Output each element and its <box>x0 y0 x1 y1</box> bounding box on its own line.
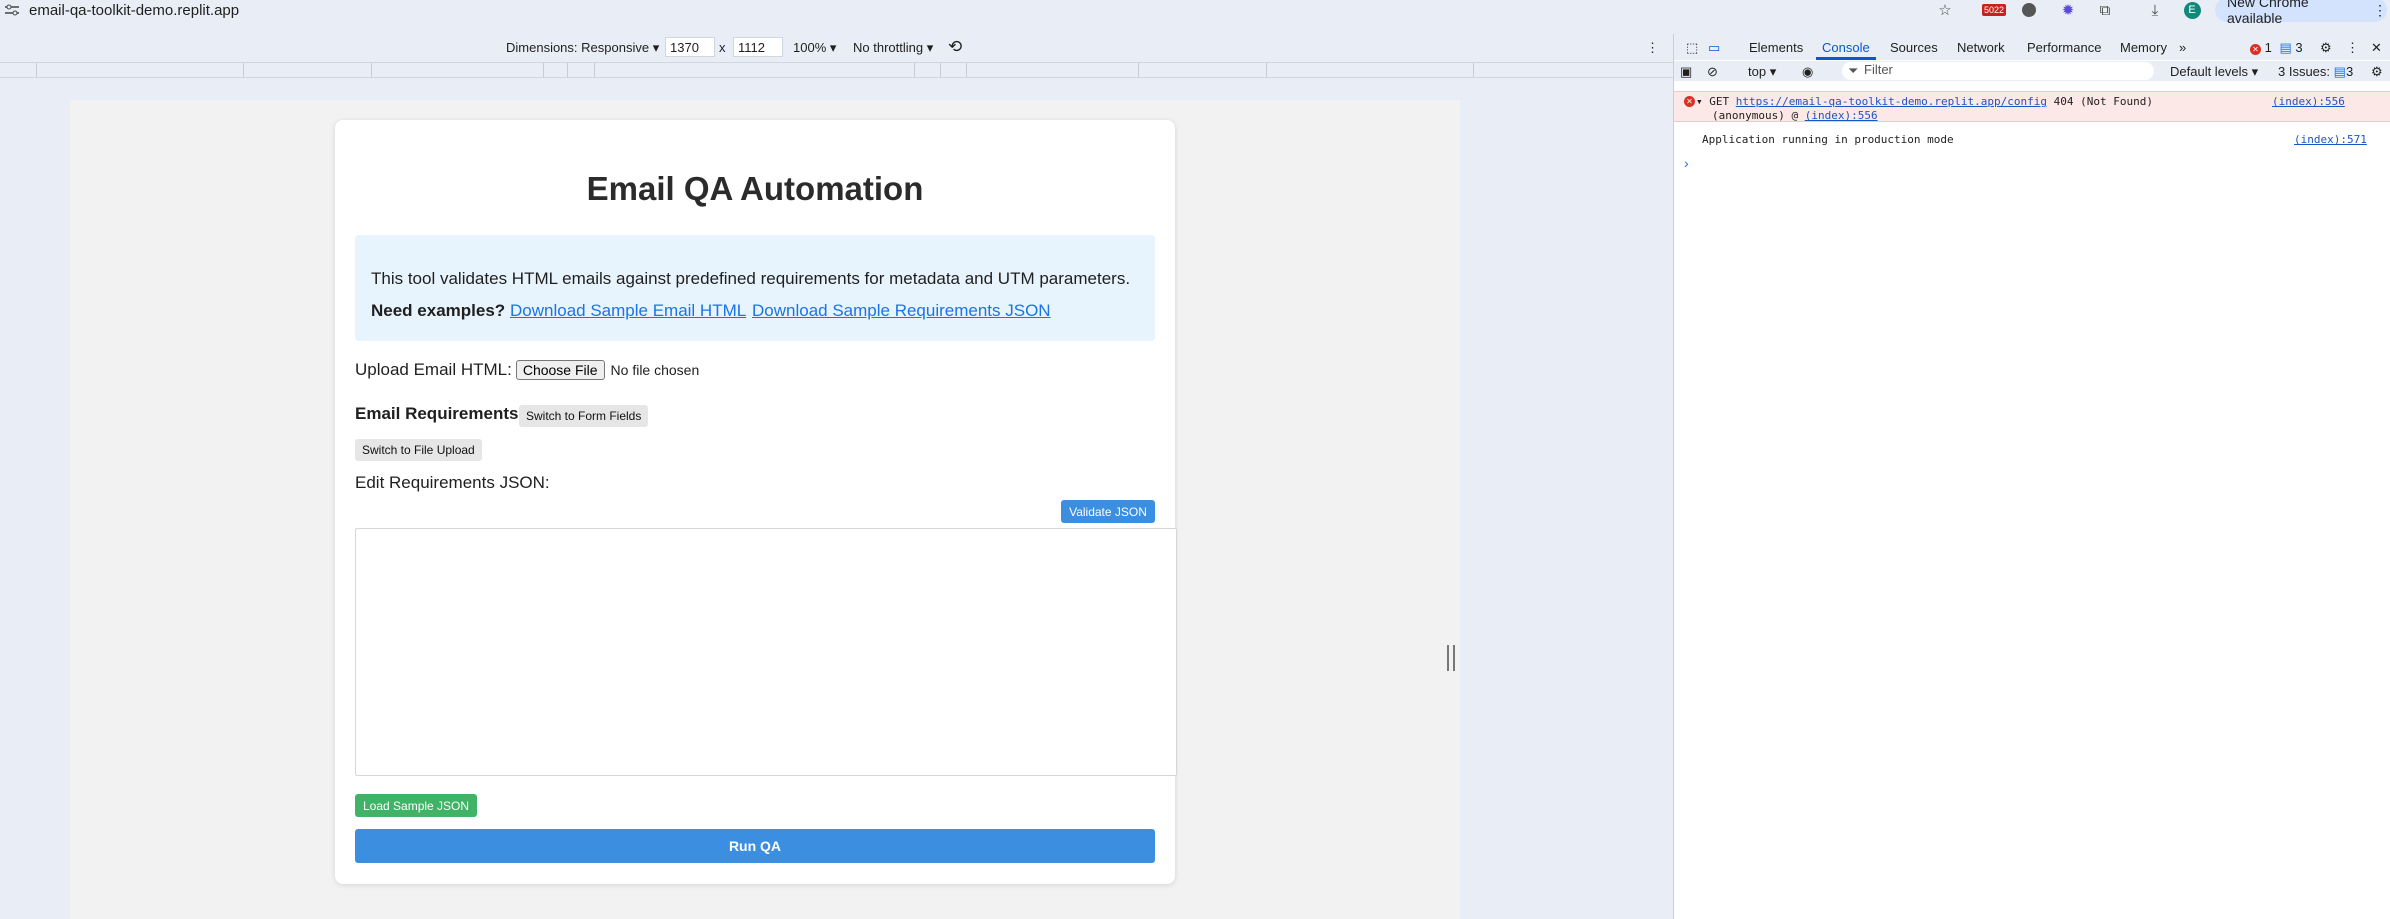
context-dropdown[interactable]: top ▾ <box>1748 64 1776 80</box>
avatar[interactable]: E <box>2183 1 2201 19</box>
error-counter[interactable]: ✕ 1 ▤ 3 <box>2250 40 2303 56</box>
validate-json-button[interactable]: Validate JSON <box>1061 500 1155 523</box>
viewport-resize-handle[interactable] <box>1447 645 1455 671</box>
bookmark-star-icon[interactable]: ☆ <box>1936 1 1954 19</box>
issues-icon: ▤ <box>2333 64 2346 79</box>
request-method: GET <box>1709 95 1730 108</box>
no-file-text: No file chosen <box>610 362 700 378</box>
devtools-menu-icon[interactable]: ⋮ <box>2346 40 2359 56</box>
tab-network[interactable]: Network <box>1957 40 2005 55</box>
download-icon[interactable]: ⤓ <box>2146 1 2164 19</box>
zoom-dropdown[interactable]: 100% ▾ <box>793 40 836 56</box>
download-sample-email-link[interactable]: Download Sample Email HTML <box>510 301 746 321</box>
error-icon: ✕ <box>2250 44 2261 55</box>
tab-elements[interactable]: Elements <box>1749 40 1803 55</box>
more-vert-icon: ⋮ <box>2373 1 2387 18</box>
error-url-link[interactable]: https://email-qa-toolkit-demo.replit.app… <box>1736 95 2047 108</box>
gear-extension-icon[interactable]: ✹ <box>2059 1 2077 19</box>
tab-performance[interactable]: Performance <box>2027 40 2101 55</box>
tool-description: This tool validates HTML emails against … <box>371 269 1131 288</box>
width-input[interactable]: 1370 <box>665 37 715 57</box>
switch-to-form-fields-button[interactable]: Switch to Form Fields <box>519 405 649 427</box>
devtools-tab-bar: ⬚ ▭ Elements Console Sources Network Per… <box>1674 34 2390 60</box>
throttling-dropdown[interactable]: No throttling ▾ <box>853 40 933 56</box>
run-qa-button[interactable]: Run QA <box>355 829 1155 863</box>
console-log-entry: Application running in production mode (… <box>1674 132 2390 148</box>
page-title: Email QA Automation <box>586 170 924 207</box>
log-levels-dropdown[interactable]: Default levels ▾ <box>2170 64 2258 80</box>
error-status: 404 (Not Found) <box>2053 95 2153 108</box>
more-options-icon[interactable]: ⋮ <box>1646 40 1659 56</box>
choose-file-button[interactable]: Choose File <box>515 360 605 380</box>
site-settings-icon[interactable] <box>5 4 19 16</box>
close-devtools-icon[interactable]: ✕ <box>2371 40 2382 56</box>
device-toolbar: Dimensions: Responsive ▾ 1370 x 1112 100… <box>0 34 1673 60</box>
browser-top-bar: email-qa-toolkit-demo.replit.app ☆ 5022 … <box>0 0 2390 26</box>
info-box: This tool validates HTML emails against … <box>355 235 1155 341</box>
qa-card: Email QA Automation This tool validates … <box>335 120 1177 884</box>
stack-prefix: (anonymous) @ <box>1712 109 1799 122</box>
download-sample-json-link[interactable]: Download Sample Requirements JSON <box>752 301 1051 321</box>
issues-counter[interactable]: 3 Issues: ▤3 <box>2278 64 2353 80</box>
tab-memory[interactable]: Memory <box>2120 40 2167 55</box>
edit-json-label: Edit Requirements JSON: <box>355 473 550 492</box>
clear-console-icon[interactable]: ⊘ <box>1707 64 1718 80</box>
switch-to-file-upload-button[interactable]: Switch to File Upload <box>355 439 482 461</box>
extension-badge: 5022 <box>1981 4 2007 16</box>
wordpress-extension-icon[interactable] <box>2020 1 2038 19</box>
devtools-panel: ⬚ ▭ Elements Console Sources Network Per… <box>1673 34 2390 919</box>
active-tab-indicator <box>1816 57 1876 60</box>
device-toggle-icon[interactable]: ▭ <box>1708 40 1720 56</box>
settings-gear-icon[interactable]: ⚙ <box>2320 40 2332 56</box>
height-input[interactable]: 1112 <box>733 37 783 57</box>
rotate-icon[interactable]: ⟲ <box>948 37 962 57</box>
sidebar-toggle-icon[interactable]: ▣ <box>1680 64 1692 80</box>
console-filter-input[interactable]: ⏷ Filter <box>1842 62 2154 80</box>
message-icon: ▤ <box>2279 40 2292 55</box>
requirements-json-textarea[interactable] <box>355 528 1177 776</box>
dimensions-dropdown[interactable]: Dimensions: Responsive ▾ <box>506 40 659 56</box>
log-message: Application running in production mode <box>1702 133 1954 146</box>
upload-row: Upload Email HTML: Choose File No file c… <box>355 360 699 380</box>
log-source-link[interactable]: (index):571 <box>2294 133 2367 146</box>
extensions-puzzle-icon[interactable]: ⧉ <box>2096 1 2114 19</box>
extension-badge-icon[interactable]: 5022 <box>1981 1 2007 19</box>
more-tabs-icon[interactable]: » <box>2179 40 2186 55</box>
filter-icon: ⏷ <box>1848 63 1859 78</box>
live-expression-eye-icon[interactable]: ◉ <box>1802 64 1813 80</box>
tab-console[interactable]: Console <box>1822 40 1870 55</box>
error-icon: ✕ <box>1684 96 1695 107</box>
tab-sources[interactable]: Sources <box>1890 40 1938 55</box>
console-error-entry[interactable]: ✕ ▾ GET https://email-qa-toolkit-demo.re… <box>1674 91 2390 122</box>
address-bar-url[interactable]: email-qa-toolkit-demo.replit.app <box>29 2 239 19</box>
media-query-ruler <box>0 62 1673 78</box>
console-toolbar: ▣ ⊘ top ▾ ◉ ⏷ Filter Default levels ▾ 3 … <box>1674 61 2390 81</box>
stack-source-link[interactable]: (index):556 <box>1805 109 1878 122</box>
console-settings-icon[interactable]: ⚙ <box>2371 64 2383 80</box>
console-prompt[interactable]: › <box>1684 155 1689 171</box>
requirements-title: Email Requirements <box>355 404 519 423</box>
inspect-element-icon[interactable]: ⬚ <box>1686 40 1698 56</box>
examples-label: Need examples? <box>371 301 506 320</box>
dimension-separator: x <box>719 40 726 55</box>
error-source-link[interactable]: (index):556 <box>2272 95 2345 108</box>
expand-arrow-icon[interactable]: ▾ <box>1696 95 1703 108</box>
new-chrome-available-button[interactable]: New Chrome available ⋮ <box>2215 0 2387 26</box>
load-sample-json-button[interactable]: Load Sample JSON <box>355 794 478 817</box>
upload-label: Upload Email HTML: <box>355 360 512 379</box>
caret-down-icon: ▾ <box>652 40 660 55</box>
